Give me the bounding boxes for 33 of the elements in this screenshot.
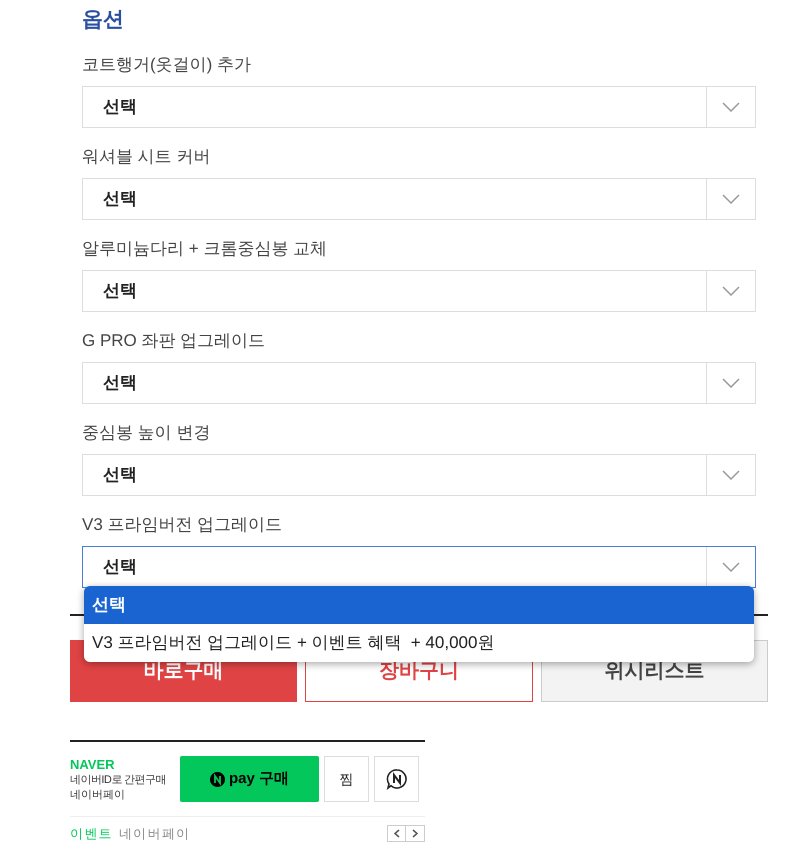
- n-logo-icon: [210, 772, 225, 786]
- chat-bubble-icon: [386, 768, 408, 790]
- naver-pay-button[interactable]: pay 구매: [180, 756, 319, 802]
- option-label: G PRO 좌판 업그레이드: [82, 330, 266, 352]
- select-field[interactable]: 선택: [82, 362, 756, 404]
- chevron-down-icon: [722, 102, 740, 112]
- naver-pay-label: 네이버페이: [70, 788, 126, 802]
- select-field[interactable]: 선택: [82, 178, 756, 220]
- section-title: 옵션: [82, 7, 124, 34]
- previous-button[interactable]: [387, 825, 406, 842]
- event-text: 네이버페이: [118, 824, 190, 843]
- chevron-down-icon: [722, 470, 740, 480]
- chevron-right-icon: [412, 829, 418, 838]
- chevron-down-icon: [722, 286, 740, 296]
- select-field[interactable]: 선택: [82, 86, 756, 128]
- option-label: 중심봉 높이 변경: [82, 422, 210, 444]
- chevron-left-icon: [394, 829, 400, 838]
- naver-description: 네이버ID로 간편구매: [70, 772, 168, 788]
- chevron-down-icon: [722, 194, 740, 204]
- chevron-down-icon: [722, 562, 740, 572]
- event-tag: 이벤트: [70, 824, 113, 844]
- chevron-down-icon: [722, 378, 740, 388]
- naver-brand: NAVER: [70, 756, 116, 772]
- option-label: 알루미늄다리 + 크롬중심봉 교체: [82, 238, 328, 260]
- dropdown-option[interactable]: 선택: [84, 586, 754, 624]
- option-label: V3 프라임버전 업그레이드: [82, 514, 282, 536]
- zzim-button[interactable]: 찜: [324, 756, 369, 802]
- option-label: 워셔블 시트 커버: [82, 146, 210, 168]
- talk-button[interactable]: [374, 756, 419, 802]
- next-button[interactable]: [406, 825, 425, 842]
- select-field[interactable]: 선택: [82, 454, 756, 496]
- select-field[interactable]: 선택: [82, 270, 756, 312]
- option-label: 코트행거(옷걸이) 추가: [82, 54, 252, 76]
